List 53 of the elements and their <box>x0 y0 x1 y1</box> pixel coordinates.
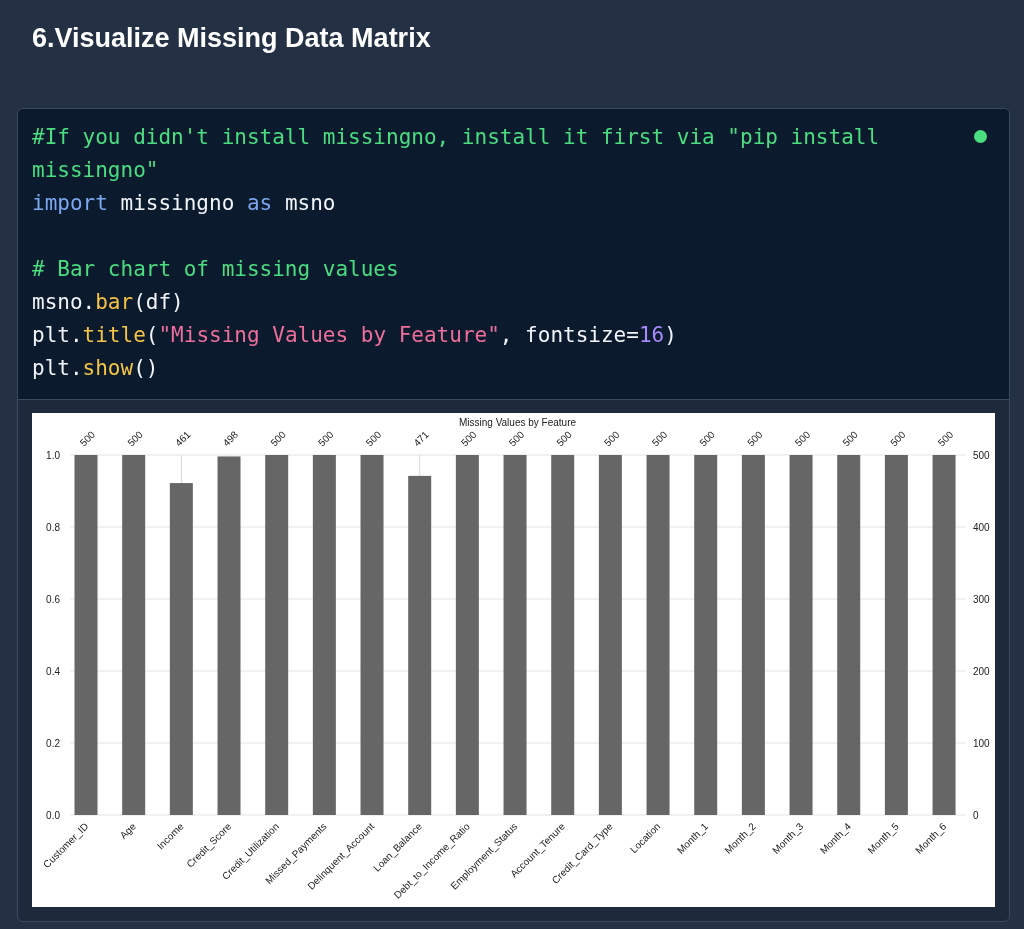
code-text: msno. <box>32 290 96 314</box>
value-label: 500 <box>745 428 765 449</box>
code-text: ) <box>664 323 677 347</box>
code-number: 16 <box>638 323 665 347</box>
value-label: 500 <box>459 428 479 449</box>
value-label: 498 <box>220 428 241 449</box>
y-tick-label: 0 <box>973 809 979 821</box>
code-keyword: import <box>32 191 108 215</box>
value-label: 500 <box>268 428 288 449</box>
y-tick-label: 0.4 <box>46 665 60 677</box>
value-label: 500 <box>697 428 717 449</box>
code-keyword: as <box>246 191 273 215</box>
code-function: title <box>82 323 146 347</box>
y-tick-label: 100 <box>973 737 990 749</box>
code-text: () <box>133 356 159 380</box>
chart-title: Missing Values by Feature <box>458 417 577 428</box>
code-text: , fontsize= <box>499 323 639 347</box>
code-function: show <box>82 356 134 380</box>
code-comment: # Bar chart of missing values <box>32 257 399 281</box>
value-label: 500 <box>125 428 145 449</box>
code-text: msno <box>283 191 336 215</box>
category-label: Age <box>117 820 139 841</box>
code-text: ( <box>145 323 159 347</box>
y-tick-label: 200 <box>973 665 990 677</box>
code-text: plt. <box>32 356 83 380</box>
section-heading: 6.Visualize Missing Data Matrix <box>32 22 432 55</box>
value-label: 471 <box>411 428 431 449</box>
value-label: 500 <box>888 428 908 449</box>
value-label: 500 <box>792 428 813 449</box>
code-text: (df) <box>133 290 184 314</box>
y-tick-label: 0.8 <box>46 521 60 533</box>
y-tick-label: 0.0 <box>46 809 60 821</box>
value-label: 500 <box>554 428 574 449</box>
value-label: 500 <box>840 428 860 449</box>
value-label: 500 <box>506 428 527 449</box>
code-text: plt. <box>32 323 83 347</box>
value-label: 500 <box>77 428 98 449</box>
y-tick-label: 500 <box>973 449 990 461</box>
code-comment: #If you didn't install missingno, install it first via "pip install missingno" <box>32 125 881 182</box>
value-label: 500 <box>649 428 670 449</box>
code-text: missingno <box>119 191 236 215</box>
y-tick-label: 400 <box>973 521 990 533</box>
y-tick-label: 300 <box>973 593 990 605</box>
value-label: 500 <box>602 428 622 449</box>
y-tick-label: 1.0 <box>46 449 60 461</box>
code-string: "Missing Values by Feature" <box>158 323 500 347</box>
y-tick-label: 0.6 <box>46 593 60 605</box>
value-label: 500 <box>316 428 336 449</box>
code-function: bar <box>95 290 134 314</box>
value-label: 461 <box>173 428 193 449</box>
value-label: 500 <box>935 428 956 449</box>
value-label: 500 <box>363 428 384 449</box>
y-tick-label: 0.2 <box>46 737 60 749</box>
